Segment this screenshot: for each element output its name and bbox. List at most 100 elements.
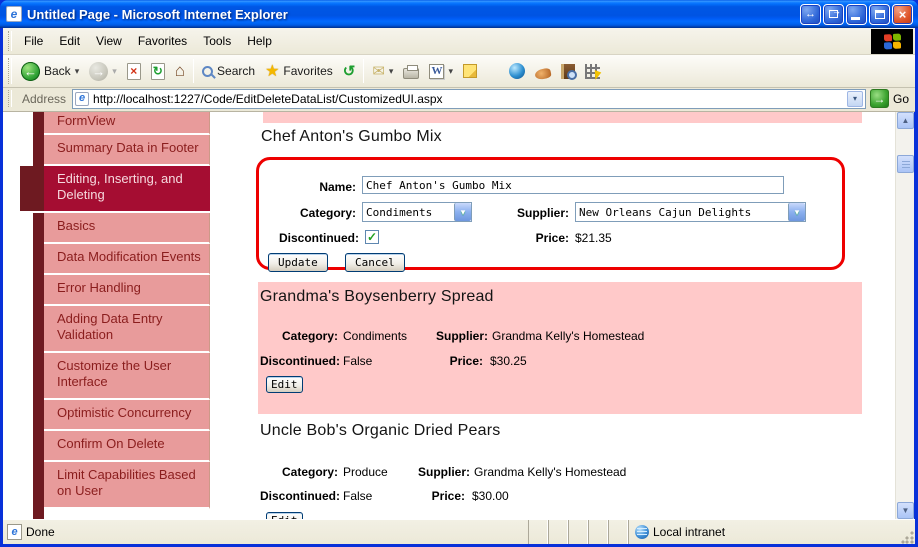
discontinued-value: False xyxy=(343,489,373,503)
close-icon: × xyxy=(898,6,907,22)
supplier-label: Supplier: xyxy=(435,329,488,343)
back-button[interactable]: ← Back ▾ xyxy=(16,57,84,85)
price-label: Price: xyxy=(431,489,465,503)
menu-tools[interactable]: Tools xyxy=(195,31,239,51)
forward-button[interactable]: → ▾ xyxy=(84,57,122,85)
menu-favorites[interactable]: Favorites xyxy=(130,31,195,51)
book-search-icon xyxy=(560,63,577,80)
address-dropdown-icon[interactable]: ▾ xyxy=(846,90,863,107)
supplier-value: Grandma Kelly's Homestead xyxy=(492,329,645,343)
category-label: Category: xyxy=(281,329,338,343)
category-select[interactable]: Condiments ▾ xyxy=(362,202,472,222)
messenger-button[interactable] xyxy=(504,57,530,85)
go-button[interactable]: → xyxy=(869,89,889,108)
menu-edit[interactable]: Edit xyxy=(51,31,88,51)
supplier-select-value: New Orleans Cajun Delights xyxy=(579,205,752,219)
discontinued-checkbox[interactable]: ✓ xyxy=(365,230,379,244)
history-button[interactable]: ↺ xyxy=(338,57,361,85)
home-button[interactable]: ⌂ xyxy=(170,57,190,85)
sidebar-item-editing-inserting-deleting[interactable]: Editing, Inserting, and Deleting xyxy=(20,166,210,213)
menu-help[interactable]: Help xyxy=(239,31,280,51)
address-input[interactable] xyxy=(93,91,844,106)
security-zone-pane: Local intranet xyxy=(628,520,899,544)
back-icon: ← xyxy=(21,61,40,81)
search-button[interactable]: Search xyxy=(197,57,260,85)
forward-dropdown-icon[interactable]: ▾ xyxy=(112,66,117,77)
address-bar: Address e ▾ → Go xyxy=(3,88,915,112)
menu-file[interactable]: File xyxy=(16,31,51,51)
toolbar-grip[interactable] xyxy=(8,58,12,84)
back-dropdown-icon[interactable]: ▾ xyxy=(75,66,80,77)
product-section: Grandma's Boysenberry Spread Category: C… xyxy=(258,282,862,414)
notes-button[interactable] xyxy=(458,57,482,85)
cancel-button[interactable]: Cancel xyxy=(345,253,405,272)
edit-with-word-button[interactable]: W ▾ xyxy=(424,57,458,85)
window-popout-button[interactable] xyxy=(823,3,844,25)
window-switch-button[interactable]: ↔ xyxy=(800,3,821,25)
maximize-icon xyxy=(874,9,885,19)
scroll-down-icon: ▼ xyxy=(901,506,910,515)
print-icon xyxy=(403,64,420,79)
refresh-icon: ↻ xyxy=(150,62,165,80)
sidebar-item-adding-data-entry-validation[interactable]: Adding Data Entry Validation xyxy=(44,306,210,353)
edit-button[interactable]: Edit xyxy=(266,512,303,519)
resize-grip[interactable] xyxy=(901,530,915,544)
status-ie-icon: e xyxy=(7,524,22,540)
toolbar-separator xyxy=(363,59,365,83)
menu-view[interactable]: View xyxy=(88,31,130,51)
stop-icon: × xyxy=(126,62,141,80)
scroll-up-button[interactable]: ▲ xyxy=(897,112,914,129)
go-arrow-icon: → xyxy=(873,91,886,106)
supplier-value: Grandma Kelly's Homestead xyxy=(474,465,627,479)
word-dropdown-icon[interactable]: ▾ xyxy=(448,66,453,77)
forward-icon: → xyxy=(89,61,109,81)
update-button[interactable]: Update xyxy=(268,253,328,272)
close-button[interactable]: × xyxy=(892,3,913,25)
word-icon: W xyxy=(429,63,445,79)
research-button[interactable] xyxy=(556,57,580,85)
sidebar-item-summary-data-in-footer[interactable]: Summary Data in Footer xyxy=(44,135,210,166)
edit-button[interactable]: Edit xyxy=(266,376,303,393)
sidebar-item-data-modification-events[interactable]: Data Modification Events xyxy=(44,244,210,275)
stop-button[interactable]: × xyxy=(122,57,146,85)
supplier-select[interactable]: New Orleans Cajun Delights ▾ xyxy=(575,202,806,222)
mail-dropdown-icon[interactable]: ▾ xyxy=(389,66,394,77)
print-button[interactable] xyxy=(398,57,424,85)
browser-window: e Untitled Page - Microsoft Internet Exp… xyxy=(0,0,918,547)
go-label: Go xyxy=(892,91,909,106)
sidebar-item-optimistic-concurrency[interactable]: Optimistic Concurrency xyxy=(44,400,210,431)
home-icon: ⌂ xyxy=(174,61,186,80)
toolbar-separator xyxy=(193,59,195,83)
select-arrow-icon[interactable]: ▾ xyxy=(788,203,805,221)
name-input[interactable] xyxy=(362,176,784,194)
price-label: Price: xyxy=(535,231,569,245)
discontinued-label: Discontinued: xyxy=(260,354,340,368)
popout-icon xyxy=(829,6,841,18)
messenger-icon xyxy=(508,63,525,79)
windows-logo xyxy=(871,29,913,54)
title-bar[interactable]: e Untitled Page - Microsoft Internet Exp… xyxy=(0,0,918,28)
scroll-down-button[interactable]: ▼ xyxy=(897,502,914,519)
sidebar-item-error-handling[interactable]: Error Handling xyxy=(44,275,210,306)
toolbar-grip[interactable] xyxy=(8,30,12,52)
toolbar-grip[interactable] xyxy=(8,90,12,107)
snippet-tool-button[interactable] xyxy=(580,57,605,85)
sidebar-item-formview[interactable]: FormView xyxy=(44,112,210,135)
window-title: Untitled Page - Microsoft Internet Explo… xyxy=(27,6,288,22)
maximize-button[interactable] xyxy=(869,3,890,25)
scroll-up-icon: ▲ xyxy=(901,116,910,125)
scrollbar-thumb[interactable] xyxy=(897,155,914,173)
favorites-button[interactable]: ★ Favorites xyxy=(260,57,338,85)
price-label: Price: xyxy=(449,354,483,368)
sidebar-item-basics[interactable]: Basics xyxy=(44,213,210,244)
status-pane xyxy=(608,520,628,544)
refresh-button[interactable]: ↻ xyxy=(146,57,170,85)
select-arrow-icon[interactable]: ▾ xyxy=(454,203,471,221)
mail-button[interactable]: ✉ ▾ xyxy=(367,57,398,85)
quick-launch-button[interactable] xyxy=(530,57,556,85)
vertical-scrollbar[interactable]: ▲ ▼ xyxy=(895,112,914,519)
minimize-button[interactable] xyxy=(846,3,867,25)
sidebar-item-customize-the-user-interface[interactable]: Customize the User Interface xyxy=(44,353,210,400)
sidebar-item-confirm-on-delete[interactable]: Confirm On Delete xyxy=(44,431,210,462)
sidebar-item-limit-capabilities[interactable]: Limit Capabilities Based on User xyxy=(44,462,210,509)
